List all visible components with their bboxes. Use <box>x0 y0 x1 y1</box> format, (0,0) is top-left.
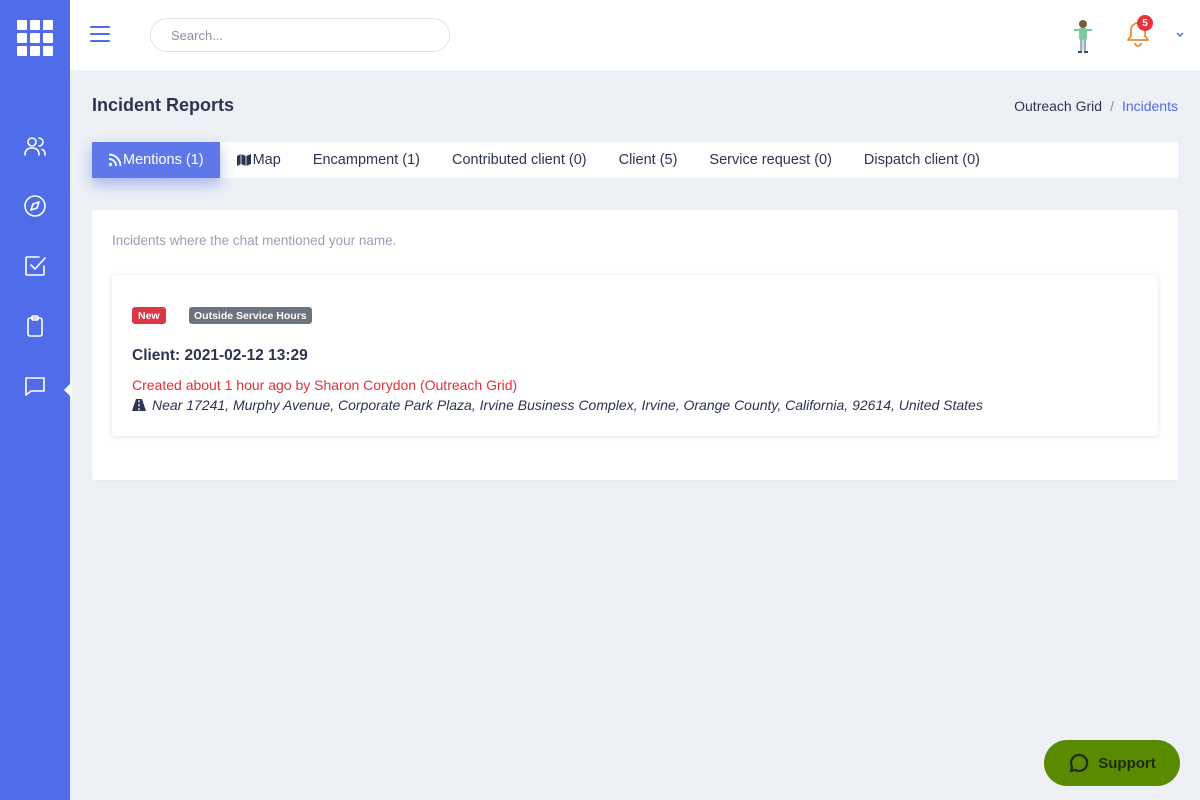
incident-location: Near 17241, Murphy Avenue, Corporate Par… <box>132 397 983 413</box>
incident-tabs: Mentions (1) Map Encampment (1) Contribu… <box>92 142 1178 178</box>
topbar: 5 <box>70 0 1200 70</box>
support-button[interactable]: Support <box>1044 740 1180 786</box>
breadcrumb-current: Incidents <box>1121 98 1178 114</box>
sidebar <box>0 0 72 800</box>
mentions-description: Incidents where the chat mentioned your … <box>112 233 397 248</box>
tab-contributed-client-label: Contributed client (0) <box>452 152 587 168</box>
breadcrumb-separator: / <box>1110 98 1114 114</box>
clipboard-icon[interactable] <box>22 313 48 339</box>
support-label: Support <box>1098 754 1156 772</box>
app-grid-icon[interactable] <box>17 20 53 56</box>
tab-encampment[interactable]: Encampment (1) <box>297 142 436 178</box>
incident-title[interactable]: Client: 2021-02-12 13:29 <box>132 347 308 365</box>
breadcrumb-root-link[interactable]: Outreach Grid <box>1014 98 1102 114</box>
new-badge: New <box>132 307 166 324</box>
tab-mentions-label: Mentions (1) <box>123 152 204 168</box>
chat-bubble-icon <box>1070 753 1089 773</box>
search-input[interactable] <box>150 18 450 52</box>
chevron-down-icon[interactable] <box>1174 28 1186 40</box>
menu-icon[interactable] <box>90 26 110 42</box>
chat-icon[interactable] <box>22 373 48 399</box>
incident-location-text: Near 17241, Murphy Avenue, Corporate Par… <box>152 397 983 413</box>
compass-icon[interactable] <box>22 193 48 219</box>
tab-encampment-label: Encampment (1) <box>312 152 420 168</box>
tab-map[interactable]: Map <box>220 142 297 178</box>
checkbox-icon[interactable] <box>22 253 48 279</box>
mentions-panel: Incidents where the chat mentioned your … <box>92 210 1178 480</box>
incident-card[interactable]: New Outside Service Hours Client: 2021-0… <box>112 275 1158 436</box>
notification-count-badge: 5 <box>1137 15 1153 31</box>
tab-dispatch-client-label: Dispatch client (0) <box>863 152 980 168</box>
tab-contributed-client[interactable]: Contributed client (0) <box>436 142 603 178</box>
tab-map-label: Map <box>252 152 281 168</box>
tab-service-request-label: Service request (0) <box>709 152 832 168</box>
incident-created-by: Created about 1 hour ago by Sharon Coryd… <box>132 377 518 393</box>
road-icon <box>132 399 146 411</box>
users-icon[interactable] <box>22 133 48 159</box>
map-icon <box>236 154 251 166</box>
rss-icon <box>108 153 122 167</box>
tab-dispatch-client[interactable]: Dispatch client (0) <box>848 142 996 178</box>
tab-service-request[interactable]: Service request (0) <box>693 142 848 178</box>
avatar[interactable] <box>1068 18 1098 54</box>
page-title: Incident Reports <box>92 95 235 115</box>
outside-hours-badge: Outside Service Hours <box>189 307 312 324</box>
tab-client-label: Client (5) <box>618 152 678 168</box>
tab-client[interactable]: Client (5) <box>603 142 694 178</box>
breadcrumb: Outreach Grid / Incidents <box>1014 98 1178 114</box>
active-indicator-caret <box>64 382 72 398</box>
tab-mentions[interactable]: Mentions (1) <box>92 142 220 178</box>
